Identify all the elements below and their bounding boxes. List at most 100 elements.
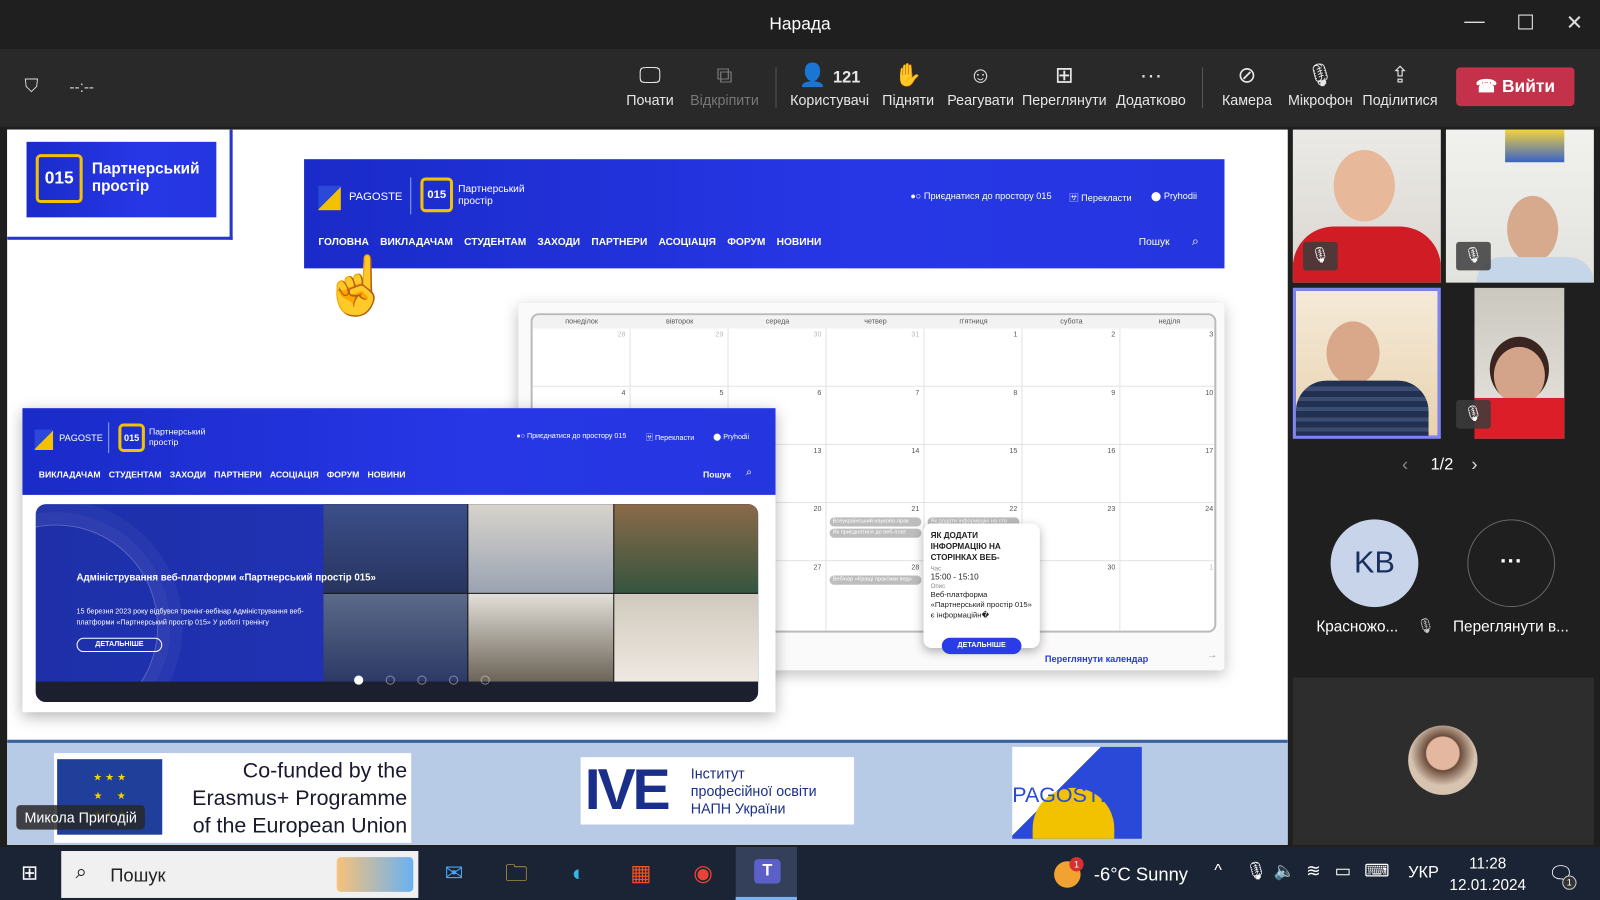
site-nav-item[interactable]: ГОЛОВНА [318,237,369,248]
calendar-day-cell[interactable]: 30 [728,328,827,387]
carousel-dot[interactable] [417,675,427,685]
site-nav-item[interactable]: ВИКЛАДАЧАМ [380,237,453,248]
minimize-button[interactable]: — [1459,10,1490,33]
carousel-dot[interactable] [480,675,490,685]
store-icon[interactable]: ▦ [620,857,661,890]
carousel-dot[interactable] [385,675,395,685]
video-tile[interactable]: 🎙 [1292,129,1441,283]
view-all-button[interactable]: ··· [1467,519,1556,608]
site-nav-item[interactable]: ПАРТНЕРИ [214,469,262,479]
chrome-icon[interactable]: ◉ [683,857,724,890]
camera-button[interactable]: ⊘ Камера [1206,59,1288,108]
mic-label: Мікрофон [1287,91,1353,109]
people-button[interactable]: 👤 121 Користувачі [784,59,876,108]
calendar-event[interactable]: Як приєднатися до веб-плат [829,528,922,538]
participant-video [1333,149,1395,222]
close-button[interactable]: ✕ [1559,10,1590,36]
popup-details-button[interactable]: ДЕТАЛЬНІШЕ [941,637,1022,655]
smile-icon: ☺ [969,62,993,88]
site-nav-item[interactable]: ЗАХОДИ [170,469,206,479]
avatar[interactable]: KB [1330,519,1419,608]
calendar-event[interactable]: Всеукраїнський науково-прак [829,517,922,527]
calendar-day-cell[interactable]: 15 [924,444,1023,504]
site-nav-item[interactable]: СТУДЕНТАМ [109,469,162,479]
banner-details-button[interactable]: ДЕТАЛЬНІШЕ [76,637,163,653]
weather-text[interactable]: -6°C Sunny [1094,864,1188,885]
maximize-button[interactable]: ☐ [1510,10,1541,36]
view-button[interactable]: ⊞ Переглянути [1018,59,1110,108]
popup-desc: Веб-платформа «Партнерський простір 015»… [930,589,1032,620]
edge-icon[interactable]: ◐ [558,857,599,890]
mail-icon[interactable]: ✉ [434,857,475,890]
present-button[interactable]: 🖵 Почати [609,59,691,108]
tray-expand-icon[interactable]: ^ [1214,862,1222,880]
logo-015: 015 [420,177,454,213]
site-nav-item[interactable]: НОВИНИ [777,237,822,248]
site-nav-item[interactable]: ПАРТНЕРИ [591,237,647,248]
next-page-button[interactable]: › [1471,454,1477,475]
site-nav-item[interactable]: НОВИНИ [367,469,405,479]
calendar-day-cell[interactable]: 3 [1120,329,1215,387]
calendar-day-cell[interactable]: 31 [826,328,925,387]
calendar-day-cell[interactable]: 10 [1120,387,1215,445]
clock[interactable]: 11:28 12.01.2024 [1449,853,1527,896]
calendar-day-cell[interactable]: 24 [1120,503,1215,562]
carousel-dot[interactable] [354,675,364,685]
mic-tray-icon[interactable]: 🎙 [1245,861,1267,881]
calendar-day-cell[interactable]: 17 [1120,445,1215,504]
carousel-dot[interactable] [448,675,459,685]
join-link[interactable]: ●○ Приєднатися до простору 015 [910,191,1051,201]
file-explorer-icon[interactable]: 🗀 [496,857,537,890]
share-button[interactable]: ⇪ Поділитися [1354,59,1446,108]
site-nav-item[interactable]: АСОЦІАЦІЯ [659,237,716,248]
raise-hand-button[interactable]: ✋ Підняти [867,59,949,108]
battery-icon[interactable]: ▭ [1335,861,1351,881]
language-indicator[interactable]: УКР [1408,864,1439,882]
calendar-day-cell[interactable]: 14 [826,444,925,504]
wifi-icon[interactable]: ≋ [1306,861,1321,881]
prev-page-button[interactable]: ‹ [1402,454,1408,475]
react-button[interactable]: ☺ Реагувати [940,59,1022,108]
popout-button[interactable]: ⧉ Відкріпити [684,59,766,108]
calendar-day-cell[interactable]: 7 [826,386,925,445]
join-link[interactable]: ●○ Приєднатися до простору 015 [516,433,626,440]
site-search-link[interactable]: Пошук [1139,237,1170,248]
user-link[interactable]: ⬤ Pryhodii [1151,191,1197,202]
site-nav-item[interactable]: СТУДЕНТАМ [464,237,526,248]
translate-link[interactable]: 🈂 Перекласти [1069,191,1131,204]
view-calendar-link[interactable]: Переглянути календар [1045,654,1148,664]
volume-icon[interactable]: 🔈 [1273,861,1295,881]
site-search-link[interactable]: Пошук [703,469,731,479]
search-icon[interactable]: ⌕ [746,466,752,479]
raise-hand-label: Підняти [882,91,935,109]
taskbar-search[interactable]: ⌕ Пошук [61,851,419,898]
calendar-day-cell[interactable]: 9 [1022,386,1121,445]
mic-button[interactable]: 🎙 Мікрофон [1280,59,1362,108]
calendar-day-cell[interactable]: 1 [924,328,1023,387]
calendar-day-cell[interactable]: 16 [1022,444,1121,504]
user-link[interactable]: ⬤ Pryhodii [713,433,749,441]
keyboard-icon[interactable]: ⌨ [1364,861,1389,881]
calendar-day-cell[interactable]: 8 [924,386,1023,445]
more-button[interactable]: ··· Додатково [1110,59,1192,108]
site-nav-item[interactable]: ФОРУМ [327,469,359,479]
video-tile[interactable]: 🎙 [1445,129,1594,283]
leave-button[interactable]: ☎ Вийти [1456,67,1575,107]
calendar-event[interactable]: Вебінар «Кращі практики вед» [829,575,922,585]
participant-count: 121 [833,69,861,87]
calendar-day-cell[interactable]: 2 [1022,328,1121,387]
teams-taskbar-button[interactable]: T [735,846,797,900]
site-nav-item[interactable]: ЗАХОДИ [537,237,580,248]
search-icon[interactable]: ⌕ [1192,234,1199,249]
video-tile-active-speaker[interactable] [1292,287,1441,439]
calendar-day-cell[interactable]: 1 [1120,561,1214,630]
site-nav-item[interactable]: ВИКЛАДАЧАМ [39,469,101,479]
site-nav-item[interactable]: ФОРУМ [727,237,765,248]
calendar-day-cell[interactable]: 28 [532,328,631,387]
calendar-day-cell[interactable]: 28 [827,561,925,631]
site-nav-item[interactable]: АСОЦІАЦІЯ [270,469,319,479]
translate-link[interactable]: 🈂 Перекласти [646,433,694,443]
windows-start-icon[interactable]: ⊞ [9,857,50,890]
video-tile[interactable]: 🎙 [1445,287,1594,439]
calendar-day-cell[interactable]: 29 [630,328,729,387]
